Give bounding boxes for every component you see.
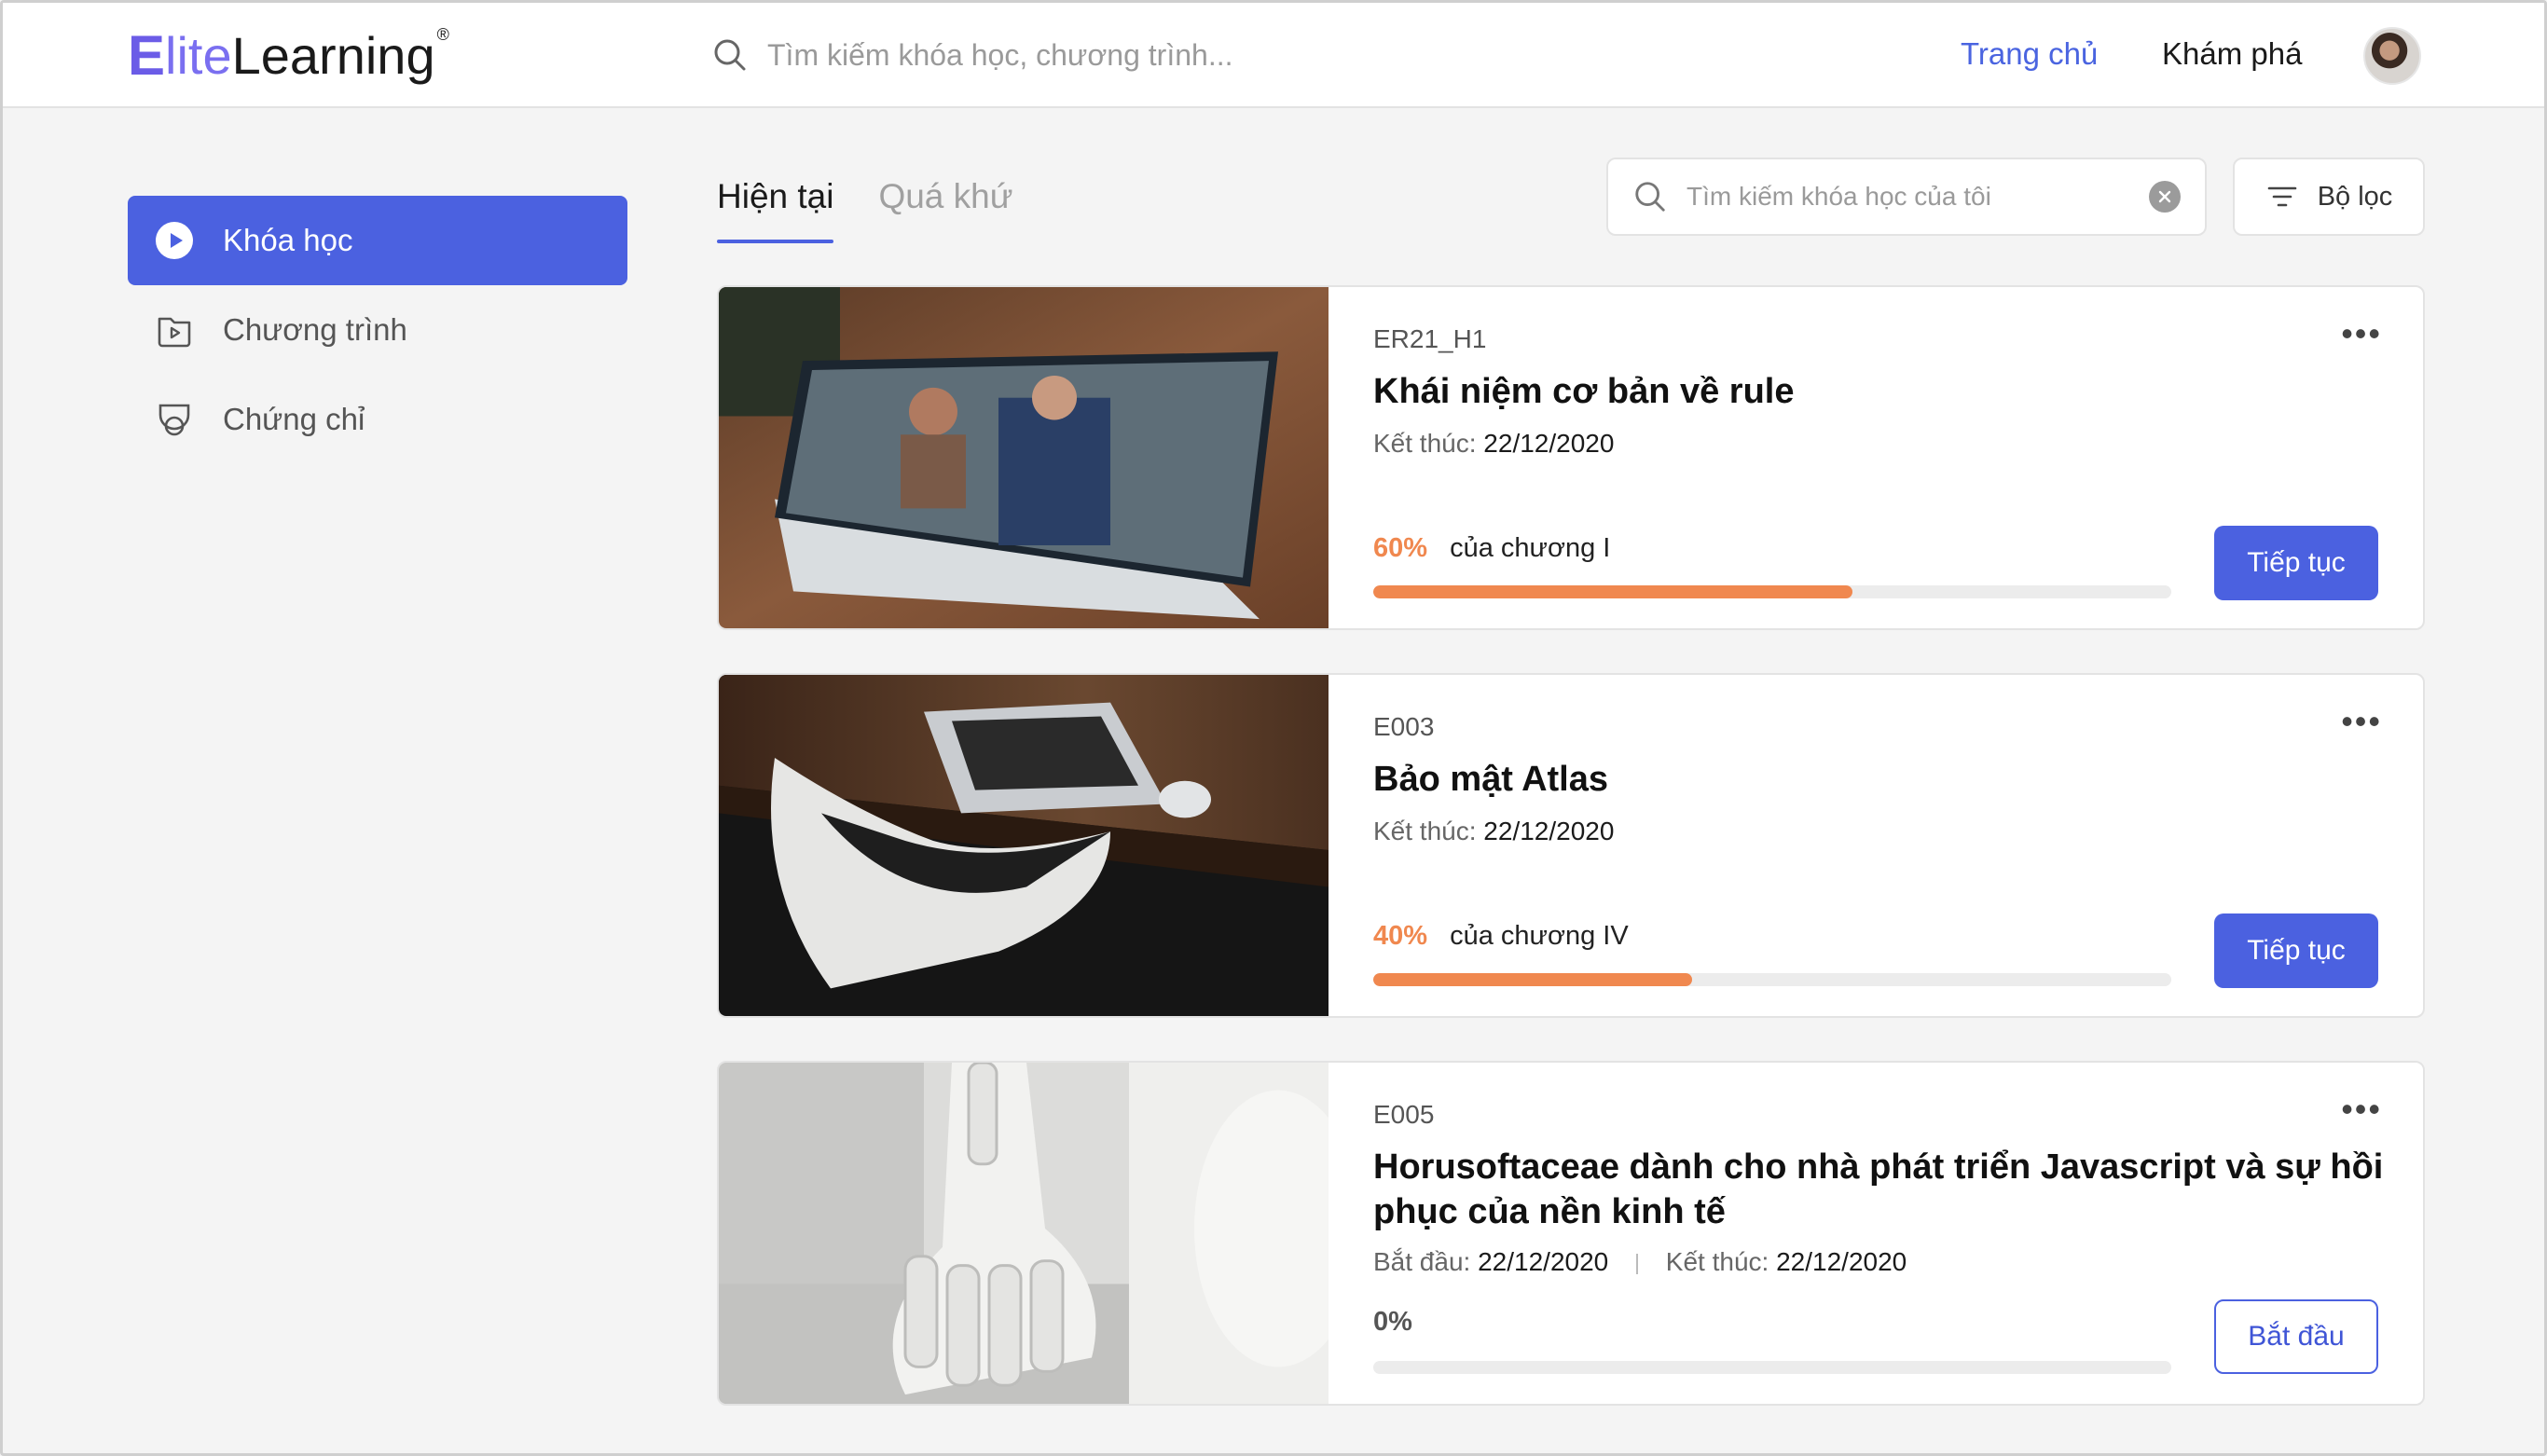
course-code: ER21_H1 [1373, 324, 1487, 353]
filter-button[interactable]: Bộ lọc [2233, 158, 2425, 236]
end-date: 22/12/2020 [1776, 1247, 1907, 1276]
progress-percent: 60% [1373, 533, 1428, 563]
progress-percent: 0% [1373, 1307, 1412, 1337]
nav-explore-link[interactable]: Khám phá [2162, 36, 2302, 72]
filter-icon [2267, 186, 2296, 207]
search-icon [714, 39, 746, 71]
progress-bar [1373, 973, 2171, 986]
course-card-body: ER21_H1 ••• Khái niệm cơ bản về rule Kết… [1329, 287, 2423, 628]
end-label: Kết thúc: [1373, 817, 1477, 845]
end-date: 22/12/2020 [1483, 429, 1615, 458]
logo-e: E [128, 24, 166, 87]
filter-label: Bộ lọc [2317, 181, 2393, 212]
tab-past[interactable]: Quá khứ [878, 171, 1012, 243]
close-icon [2158, 190, 2171, 203]
clear-search-button[interactable] [2149, 181, 2181, 213]
course-card[interactable]: ER21_H1 ••• Khái niệm cơ bản về rule Kết… [717, 285, 2425, 630]
course-title[interactable]: Horusoftaceae dành cho nhà phát triển Ja… [1373, 1145, 2399, 1234]
course-title[interactable]: Khái niệm cơ bản về rule [1373, 369, 2399, 414]
progress-fill [1373, 585, 1852, 598]
user-avatar[interactable] [2363, 27, 2421, 85]
course-card[interactable]: E005 ••• Horusoftaceae dành cho nhà phát… [717, 1061, 2425, 1406]
sidebar-item-certificates[interactable]: Chứng chỉ [128, 375, 627, 464]
tab-current[interactable]: Hiện tại [717, 171, 834, 243]
sidebar: Khóa học Chương trình Chứng chỉ [128, 196, 627, 464]
more-options-icon[interactable]: ••• [2341, 705, 2382, 738]
course-code: E005 [1373, 1100, 1435, 1129]
logo-learning: Learning [231, 26, 435, 85]
sidebar-item-courses[interactable]: Khóa học [128, 196, 627, 285]
continue-button[interactable]: Tiếp tục [2214, 913, 2378, 988]
my-courses-search [1606, 158, 2207, 236]
progress-label: 60% của chương I [1373, 533, 1610, 564]
course-card[interactable]: E003 ••• Bảo mật Atlas Kết thúc: 22/12/2… [717, 673, 2425, 1018]
global-search-input[interactable] [767, 37, 1345, 73]
course-code: E003 [1373, 712, 1435, 741]
progress-label: 0% [1373, 1307, 1427, 1338]
course-card-body: E003 ••• Bảo mật Atlas Kết thúc: 22/12/2… [1329, 675, 2423, 1016]
end-date: 22/12/2020 [1483, 817, 1615, 845]
play-folder-icon [154, 309, 195, 350]
course-dates: Bắt đầu: 22/12/2020 Kết thúc: 22/12/2020 [1373, 1247, 1907, 1277]
date-separator [1636, 1253, 1639, 1274]
certificate-icon [154, 399, 195, 440]
end-label: Kết thúc: [1665, 1247, 1769, 1276]
progress-chapter: của chương IV [1450, 921, 1629, 951]
global-search [711, 29, 1364, 81]
logo-registered-mark: ® [436, 25, 449, 44]
end-label: Kết thúc: [1373, 429, 1477, 458]
more-options-icon[interactable]: ••• [2341, 317, 2382, 350]
progress-percent: 40% [1373, 921, 1428, 951]
sidebar-item-label: Chương trình [223, 312, 407, 347]
course-dates: Kết thúc: 22/12/2020 [1373, 817, 1614, 846]
sidebar-item-programs[interactable]: Chương trình [128, 285, 627, 375]
more-options-icon[interactable]: ••• [2341, 1092, 2382, 1126]
progress-fill [1373, 973, 1693, 986]
elite-learning-logo[interactable]: E lite Learning ® [128, 23, 449, 89]
app-window: E lite Learning ® Trang chủ Khám phá Khó… [0, 0, 2547, 1456]
progress-label: 40% của chương IV [1373, 921, 1629, 952]
course-card-body: E005 ••• Horusoftaceae dành cho nhà phát… [1329, 1063, 2423, 1404]
nav-home-link[interactable]: Trang chủ [1961, 36, 2098, 72]
start-date: 22/12/2020 [1478, 1247, 1609, 1276]
my-courses-search-input[interactable] [1687, 182, 2149, 212]
course-thumbnail-laptop [719, 287, 1329, 628]
course-thumbnail-desk [719, 675, 1329, 1016]
progress-bar [1373, 1361, 2171, 1374]
course-tabs: Hiện tại Quá khứ [717, 171, 1058, 243]
start-label: Bắt đầu: [1373, 1247, 1471, 1276]
progress-chapter: của chương I [1450, 533, 1611, 563]
start-button[interactable]: Bắt đầu [2214, 1299, 2378, 1374]
top-header: E lite Learning ® Trang chủ Khám phá [3, 3, 2544, 108]
logo-lite: lite [165, 26, 232, 85]
course-title[interactable]: Bảo mật Atlas [1373, 757, 2399, 802]
sidebar-item-label: Chứng chỉ [223, 402, 365, 436]
course-dates: Kết thúc: 22/12/2020 [1373, 429, 1614, 459]
sidebar-item-label: Khóa học [223, 223, 353, 257]
progress-bar [1373, 585, 2171, 598]
play-circle-icon [154, 220, 195, 261]
course-thumbnail-robot-hand [719, 1063, 1329, 1404]
continue-button[interactable]: Tiếp tục [2214, 526, 2378, 600]
search-icon [1635, 182, 1665, 212]
